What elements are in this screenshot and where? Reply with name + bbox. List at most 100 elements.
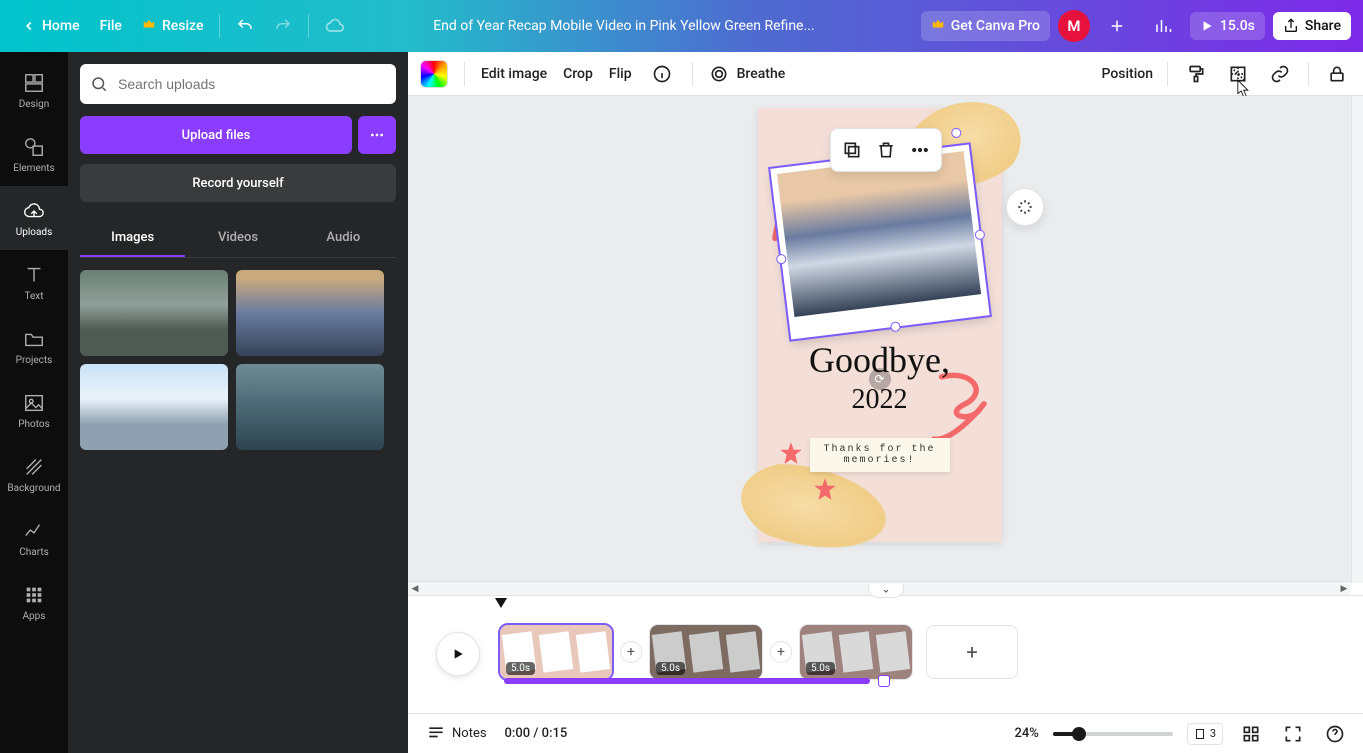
lock-button[interactable] xyxy=(1323,60,1351,88)
duplicate-button[interactable] xyxy=(839,137,865,163)
tab-label: Videos xyxy=(218,230,258,245)
resize-handle[interactable] xyxy=(889,321,900,332)
home-button[interactable]: Home xyxy=(12,12,90,40)
share-button[interactable]: Share xyxy=(1273,12,1351,40)
file-menu[interactable]: File xyxy=(90,12,132,40)
rail-charts[interactable]: Charts xyxy=(0,506,68,570)
zoom-slider-knob[interactable] xyxy=(1072,727,1086,741)
fullscreen-button[interactable] xyxy=(1279,720,1307,748)
get-pro-button[interactable]: Get Canva Pro xyxy=(921,11,1050,41)
add-transition-button[interactable]: + xyxy=(770,641,792,663)
page-1[interactable]: ⟳ Goodbye, 2022 Thanks for the memories! xyxy=(758,108,1002,542)
transparency-button[interactable] xyxy=(1224,60,1252,88)
share-label: Share xyxy=(1305,18,1341,34)
resize-handle[interactable] xyxy=(974,229,985,240)
upload-thumb[interactable] xyxy=(80,270,228,356)
add-page-button[interactable]: + xyxy=(926,625,1018,679)
position-button[interactable]: Position xyxy=(1101,66,1153,82)
tab-audio[interactable]: Audio xyxy=(291,220,396,257)
magic-suggestions-button[interactable] xyxy=(1006,188,1044,226)
link-button[interactable] xyxy=(1266,60,1294,88)
play-button[interactable] xyxy=(436,632,480,676)
copy-style-button[interactable] xyxy=(1182,60,1210,88)
element-more-button[interactable] xyxy=(907,137,933,163)
grid-icon xyxy=(22,583,46,607)
edit-image-button[interactable]: Edit image xyxy=(481,66,547,82)
duplicate-icon xyxy=(842,140,862,160)
rail-design[interactable]: Design xyxy=(0,58,68,122)
timeline-clip[interactable]: 5.0s xyxy=(500,625,612,679)
zoom-slider[interactable] xyxy=(1053,732,1173,736)
rail-background[interactable]: Background xyxy=(0,442,68,506)
upload-files-button[interactable]: Upload files xyxy=(80,116,352,154)
crop-label: Crop xyxy=(563,66,593,82)
year-text[interactable]: 2022 xyxy=(758,384,1002,416)
search-icon xyxy=(90,75,108,93)
rail-apps[interactable]: Apps xyxy=(0,570,68,634)
info-button[interactable] xyxy=(648,60,676,88)
upload-more-button[interactable] xyxy=(358,116,396,154)
flip-label: Flip xyxy=(609,66,632,82)
note-line-2: memories! xyxy=(816,455,944,466)
rail-photos[interactable]: Photos xyxy=(0,378,68,442)
audio-track[interactable] xyxy=(504,678,870,684)
color-picker-button[interactable] xyxy=(420,60,448,88)
animation-button[interactable]: Breathe xyxy=(709,64,786,84)
headline-text[interactable]: Goodbye, xyxy=(758,342,1002,378)
trash-icon xyxy=(876,140,896,160)
crop-button[interactable]: Crop xyxy=(563,66,593,82)
insights-button[interactable] xyxy=(1144,11,1182,41)
play-preview-button[interactable]: 15.0s xyxy=(1190,12,1265,40)
play-icon xyxy=(450,646,466,662)
sparkle-icon xyxy=(1016,198,1034,216)
upload-thumb[interactable] xyxy=(236,364,384,450)
rail-uploads[interactable]: Uploads xyxy=(0,186,68,250)
rail-label: Background xyxy=(7,483,60,494)
link-icon xyxy=(1270,64,1290,84)
add-member-button[interactable] xyxy=(1098,11,1136,41)
record-yourself-button[interactable]: Record yourself xyxy=(80,164,396,202)
document-title[interactable]: End of Year Recap Mobile Video in Pink Y… xyxy=(384,18,864,34)
upload-thumb[interactable] xyxy=(80,364,228,450)
grid-view-button[interactable] xyxy=(1237,720,1265,748)
rail-elements[interactable]: Elements xyxy=(0,122,68,186)
undo-button[interactable] xyxy=(226,11,264,41)
decor-star xyxy=(812,476,838,506)
note-text[interactable]: Thanks for the memories! xyxy=(810,438,950,472)
redo-button[interactable] xyxy=(264,11,302,41)
image-icon xyxy=(22,391,46,415)
page-indicator-button[interactable]: 3 xyxy=(1187,723,1223,745)
notes-button[interactable]: Notes xyxy=(422,720,491,748)
resize-button[interactable]: Resize xyxy=(132,11,214,41)
audio-track-handle[interactable] xyxy=(878,675,890,687)
info-icon xyxy=(652,64,672,84)
delete-button[interactable] xyxy=(873,137,899,163)
clip-duration: 5.0s xyxy=(506,662,535,675)
resize-handle[interactable] xyxy=(775,254,786,265)
cloud-sync-icon[interactable] xyxy=(315,10,355,42)
duration-label: 15.0s xyxy=(1220,18,1255,34)
timeline-clip[interactable]: 5.0s xyxy=(650,625,762,679)
selected-image-element[interactable] xyxy=(770,144,989,339)
collapse-timeline-button[interactable] xyxy=(868,584,904,598)
tab-label: Audio xyxy=(326,230,360,245)
tab-images[interactable]: Images xyxy=(80,220,185,257)
scroll-right[interactable]: ▶ xyxy=(1337,582,1351,596)
decor-star xyxy=(778,440,804,470)
add-transition-button[interactable]: + xyxy=(620,641,642,663)
upload-thumb[interactable] xyxy=(236,270,384,356)
flip-button[interactable]: Flip xyxy=(609,66,632,82)
rail-label: Apps xyxy=(23,611,46,622)
animation-label: Breathe xyxy=(737,66,786,82)
timeline-clip[interactable]: 5.0s xyxy=(800,625,912,679)
avatar-initial: M xyxy=(1067,17,1080,35)
scroll-left[interactable]: ◀ xyxy=(408,582,422,596)
rail-text[interactable]: Text xyxy=(0,250,68,314)
search-uploads-box[interactable] xyxy=(80,64,396,104)
avatar[interactable]: M xyxy=(1058,10,1090,42)
rail-projects[interactable]: Projects xyxy=(0,314,68,378)
search-input[interactable] xyxy=(116,75,386,93)
v-scrollbar[interactable] xyxy=(1351,96,1363,583)
help-button[interactable] xyxy=(1321,720,1349,748)
tab-videos[interactable]: Videos xyxy=(185,220,290,257)
